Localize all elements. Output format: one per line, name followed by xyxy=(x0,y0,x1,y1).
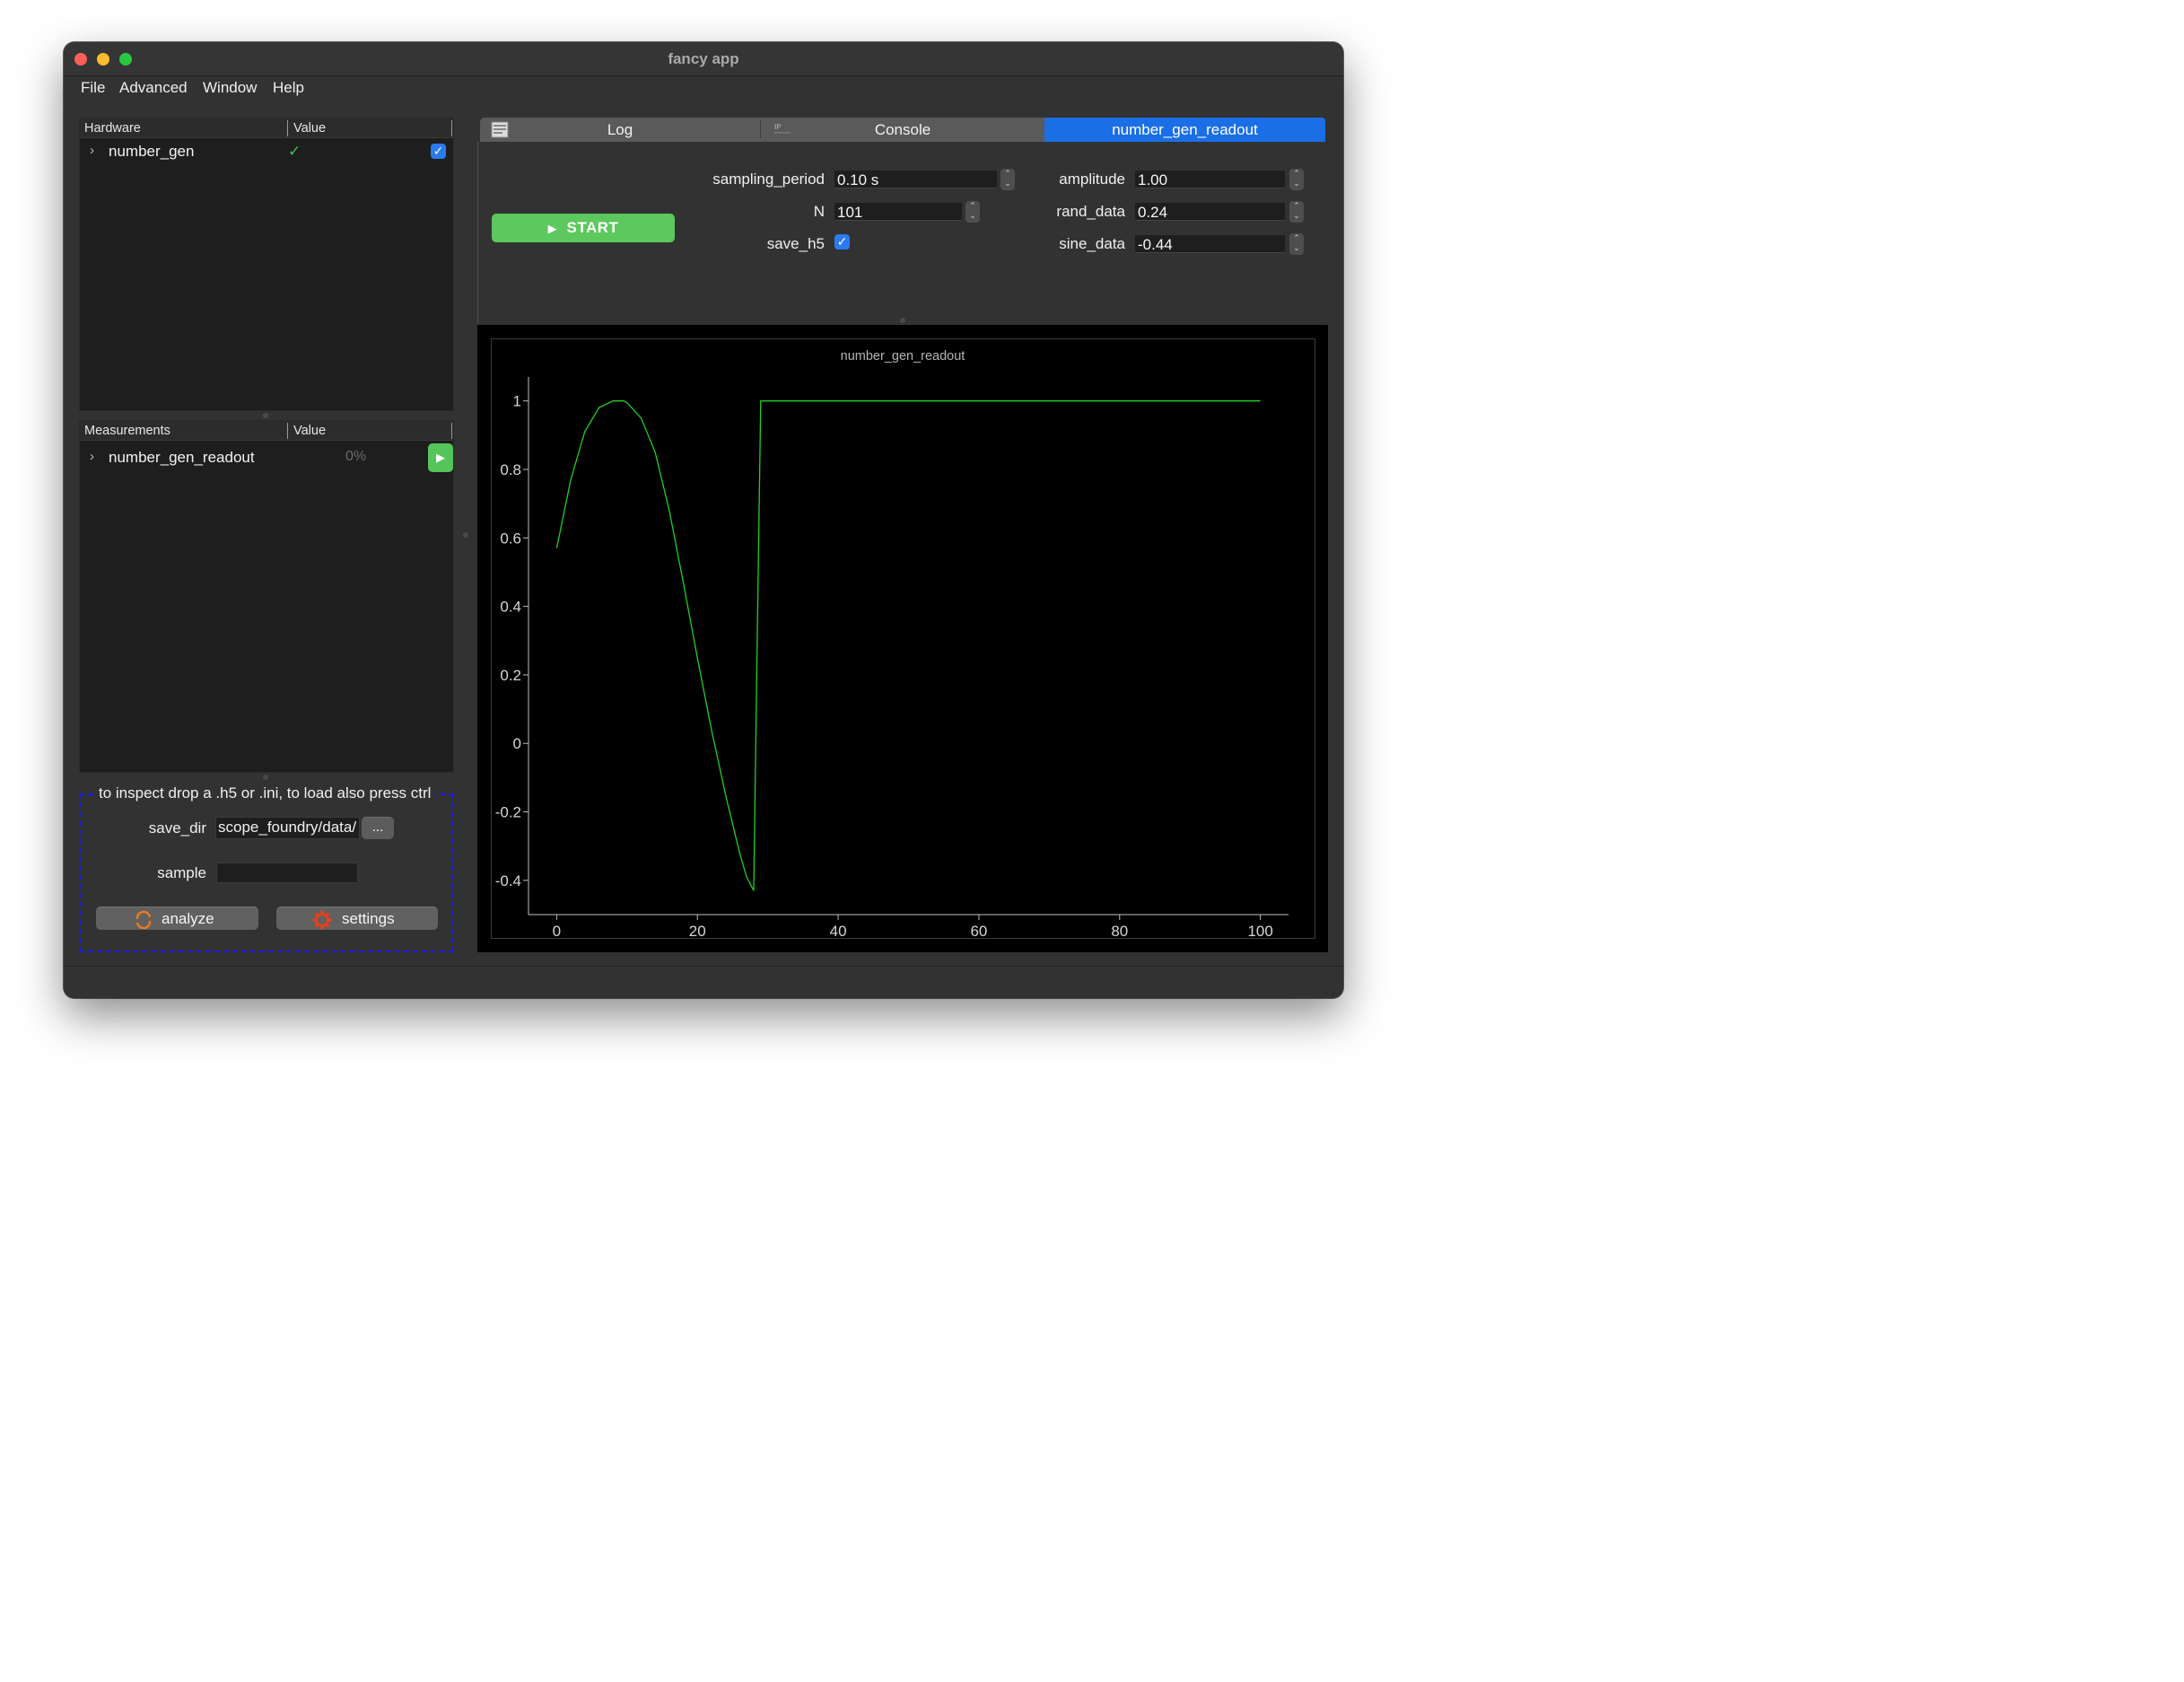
save-dir-label: save_dir xyxy=(148,819,206,837)
sample-input[interactable] xyxy=(216,863,358,883)
run-measurement-button[interactable]: ▶ xyxy=(428,443,453,472)
gear-icon xyxy=(312,910,332,930)
chevron-right-icon[interactable]: › xyxy=(90,143,94,158)
svg-text:IP: IP xyxy=(774,123,781,131)
line-plot[interactable]: 1 0.8 0.6 0.4 0.2 0 -0.2 -0.4 0 20 40 60 80 100 xyxy=(477,325,1328,952)
start-button[interactable]: ▶ START xyxy=(492,214,675,242)
tab-console[interactable]: IP Console xyxy=(761,118,1044,142)
measurements-tree[interactable]: Measurements Value › number_gen_readout … xyxy=(79,420,454,773)
tab-console-label: Console xyxy=(874,121,931,138)
chevron-right-icon[interactable]: › xyxy=(90,449,94,464)
value-column-header[interactable]: Value xyxy=(293,121,326,136)
y-tick-label: 0.8 xyxy=(500,461,521,478)
analyze-icon xyxy=(135,910,152,929)
y-tick-label: 0 xyxy=(513,735,521,752)
measurements-tree-header: Measurements Value xyxy=(80,421,453,441)
status-bar xyxy=(64,966,1343,998)
analyze-button-label: analyze xyxy=(162,910,214,927)
tab-number-gen-readout-label: number_gen_readout xyxy=(1112,121,1258,138)
measurements-column-header[interactable]: Measurements xyxy=(84,424,170,438)
y-tick-label: -0.4 xyxy=(495,872,521,889)
sampling-period-stepper[interactable]: ⌃ ⌄ xyxy=(1000,169,1015,190)
settings-button-label: settings xyxy=(342,910,395,927)
n-label: N xyxy=(813,203,825,220)
data-trace xyxy=(555,400,1261,891)
tab-bar: Log IP Console number_gen_readout xyxy=(480,118,1325,142)
settings-button[interactable]: settings xyxy=(276,907,438,930)
plot-panel[interactable]: number_gen_readout 1 0.8 0.6 0.4 0.2 0 -0.2 -0.… xyxy=(477,325,1328,952)
measurement-item-label: number_gen_readout xyxy=(109,449,255,466)
y-tick-label: 0.2 xyxy=(500,667,521,684)
n-input[interactable]: 101 xyxy=(834,203,962,221)
amplitude-label: amplitude xyxy=(1059,171,1125,188)
sine-data-input[interactable]: -0.44 xyxy=(1135,235,1285,253)
menu-help[interactable]: Help xyxy=(273,79,304,97)
ipython-icon: IP xyxy=(774,123,791,134)
column-divider xyxy=(451,120,452,136)
hardware-connect-checkbox[interactable]: ✓ xyxy=(431,144,446,159)
tree-row-number-gen[interactable]: › number_gen ✓ ✓ xyxy=(80,139,453,166)
splitter-handle[interactable] xyxy=(463,532,468,538)
sampling-period-input[interactable]: 0.10 s xyxy=(834,171,997,188)
tree-row-number-gen-readout[interactable]: › number_gen_readout 0% ▶ xyxy=(80,443,453,474)
hardware-tree-header: Hardware Value xyxy=(80,118,453,138)
sampling-period-label: sampling_period xyxy=(712,171,825,188)
column-divider xyxy=(451,423,452,439)
rand-data-label: rand_data xyxy=(1056,203,1125,220)
y-tick-label: 0.4 xyxy=(500,599,521,616)
sine-data-stepper[interactable]: ⌃ ⌄ xyxy=(1289,233,1304,255)
n-stepper[interactable]: ⌃ ⌄ xyxy=(965,201,980,223)
splitter-handle[interactable] xyxy=(263,413,268,418)
y-tick-label: 0.6 xyxy=(500,530,521,547)
rand-data-input[interactable]: 0.24 xyxy=(1135,203,1285,221)
amplitude-stepper[interactable]: ⌃ ⌄ xyxy=(1289,169,1304,190)
sine-data-label: sine_data xyxy=(1059,235,1125,252)
save-h5-label: save_h5 xyxy=(766,235,825,252)
play-icon: ▶ xyxy=(436,451,445,464)
save-dir-input[interactable]: /scope_foundry/data xyxy=(215,817,360,839)
menu-window[interactable]: Window xyxy=(203,79,257,97)
menu-bar: File Advanced Window Help xyxy=(64,76,1343,100)
browse-save-dir-button[interactable]: ... xyxy=(362,817,394,839)
x-tick-label: 40 xyxy=(830,923,847,940)
column-divider[interactable] xyxy=(287,423,288,439)
rand-data-stepper[interactable]: ⌃ ⌄ xyxy=(1289,201,1304,223)
start-button-label: START xyxy=(566,219,619,236)
splitter-handle[interactable] xyxy=(900,318,905,323)
menu-file[interactable]: File xyxy=(81,79,105,97)
value-column-header[interactable]: Value xyxy=(293,424,326,438)
tab-log[interactable]: Log xyxy=(480,118,760,142)
x-tick-label: 0 xyxy=(553,923,561,940)
measurement-progress: 0% xyxy=(345,449,367,464)
amplitude-input[interactable]: 1.00 xyxy=(1135,171,1285,188)
x-tick-label: 60 xyxy=(970,923,987,940)
tab-log-label: Log xyxy=(607,121,633,138)
drop-area-hint: to inspect drop a .h5 or .ini, to load a… xyxy=(95,784,435,802)
hardware-tree[interactable]: Hardware Value › number_gen ✓ ✓ xyxy=(79,118,454,411)
play-icon: ▶ xyxy=(547,222,558,235)
splitter-handle[interactable] xyxy=(263,775,268,780)
connected-check-icon: ✓ xyxy=(288,143,301,160)
analyze-button[interactable]: analyze xyxy=(96,907,258,930)
save-h5-checkbox[interactable]: ✓ xyxy=(834,234,850,250)
log-icon xyxy=(491,121,509,138)
column-divider[interactable] xyxy=(287,120,288,136)
app-window: fancy app File Advanced Window Help Hard… xyxy=(64,42,1343,998)
y-tick-label: -0.2 xyxy=(495,804,521,821)
x-tick-label: 100 xyxy=(1247,923,1272,940)
x-tick-label: 80 xyxy=(1111,923,1128,940)
hardware-item-label: number_gen xyxy=(109,143,195,160)
menu-advanced[interactable]: Advanced xyxy=(119,79,188,97)
sample-label: sample xyxy=(157,864,206,881)
x-tick-label: 20 xyxy=(689,923,706,940)
window-title: fancy app xyxy=(668,50,739,67)
title-bar: fancy app xyxy=(64,42,1343,76)
y-tick-label: 1 xyxy=(513,393,521,410)
hardware-column-header[interactable]: Hardware xyxy=(84,121,141,136)
file-drop-area[interactable]: to inspect drop a .h5 or .ini, to load a… xyxy=(79,784,454,952)
tab-number-gen-readout[interactable]: number_gen_readout xyxy=(1044,118,1325,142)
